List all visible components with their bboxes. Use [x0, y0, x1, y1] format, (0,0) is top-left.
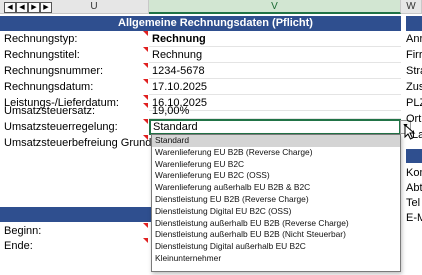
field-label: Rechnungsnummer: — [4, 65, 104, 77]
dropdown-option[interactable]: Dienstleistung außerhalb EU B2B (Nicht S… — [152, 229, 400, 241]
right-label-kontakt: Kon — [406, 167, 422, 179]
section-banner: Allgemeine Rechnungsdaten (Pflicht) — [0, 16, 401, 31]
field-label: Umsatzsteuersatz: — [4, 105, 96, 117]
field-value: 1234-5678 — [152, 65, 205, 77]
right-label-strasse: Stra — [406, 65, 422, 77]
dropdown-option[interactable]: Dienstleistung außerhalb EU B2B (Reverse… — [152, 218, 400, 230]
field-label: Beginn: — [4, 225, 42, 237]
banner-title: Allgemeine Rechnungsdaten (Pflicht) — [118, 17, 313, 29]
next-nav-button[interactable]: ▶ — [28, 2, 40, 13]
field-label: Ende: — [4, 240, 33, 252]
note-marker — [143, 119, 148, 124]
field-value: Rechnung — [152, 33, 206, 45]
field-value: Rechnung — [152, 49, 203, 61]
field-label: Umsatzsteuerregelung: — [4, 121, 118, 133]
field-row-rechnungsdatum: Rechnungsdatum: 17.10.2025 — [0, 79, 422, 95]
column-header-v[interactable]: V — [149, 0, 401, 14]
period-section-bar — [0, 207, 151, 222]
right-label-plz: PLZ — [406, 97, 422, 109]
field-label: Rechnungsdatum: — [4, 81, 94, 93]
right-label-ort: Ort — [406, 113, 422, 125]
field-row-rechnungstitel: Rechnungstitel: Rechnung — [0, 47, 422, 63]
dropdown-option[interactable]: Warenlieferung EU B2B (Reverse Charge) — [152, 147, 400, 159]
umsatzsteuerregelung-select[interactable]: Standard — [149, 119, 401, 135]
note-marker — [143, 79, 148, 84]
note-marker — [143, 135, 148, 140]
field-value: 19,00% — [152, 105, 190, 117]
dropdown-option[interactable]: Dienstleistung Digital außerhalb EU B2C — [152, 241, 400, 253]
prev-nav-button[interactable]: ◀ — [16, 2, 28, 13]
right-label-land: Lan — [412, 129, 422, 141]
first-nav-button[interactable]: ◀ — [4, 2, 16, 13]
field-row-rechnungsnummer: Rechnungsnummer: 1234-5678 — [0, 63, 422, 79]
dropdown-option[interactable]: Kleinunternehmer — [152, 253, 400, 265]
note-marker — [143, 223, 148, 228]
dropdown-option[interactable]: Warenlieferung außerhalb EU B2B & B2C — [152, 182, 400, 194]
note-marker — [143, 95, 148, 100]
right-label-email: E-M — [406, 212, 422, 224]
dropdown-option[interactable]: Dienstleistung EU B2B (Reverse Charge) — [152, 194, 400, 206]
right-label-firma: Firr — [406, 49, 422, 61]
selected-value: Standard — [153, 121, 198, 133]
column-header-w[interactable]: W — [401, 0, 422, 14]
note-marker — [143, 103, 148, 108]
field-row-umsatzsteuersatz-line: Umsatzsteuersatz: 19,00% — [0, 103, 422, 119]
umsatzsteuerregelung-dropdown-list[interactable]: Standard Warenlieferung EU B2B (Reverse … — [151, 134, 401, 272]
note-marker — [143, 238, 148, 243]
right-label-zusatz: Zus — [406, 81, 422, 93]
field-row-rechnungstyp: Rechnungstyp: Rechnung — [0, 31, 422, 47]
field-label: Rechnungstitel: — [4, 49, 80, 61]
dropdown-option[interactable]: Warenlieferung EU B2C — [152, 159, 400, 171]
dropdown-option[interactable]: Standard — [152, 135, 400, 147]
note-marker — [143, 31, 148, 36]
note-marker — [143, 47, 148, 52]
field-value: 17.10.2025 — [152, 81, 208, 93]
dropdown-option[interactable]: Warenlieferung EU B2C (OSS) — [152, 170, 400, 182]
right-banner — [406, 16, 422, 31]
dropdown-option[interactable]: Dienstleistung Digital EU B2C (OSS) — [152, 206, 400, 218]
note-marker — [143, 63, 148, 68]
field-label: Rechnungstyp: — [4, 33, 78, 45]
field-label: Umsatzsteuerbefreiung Grund: — [4, 137, 155, 149]
right-label-anrede: Anr — [406, 33, 422, 45]
right-label-telefon: Tel — [406, 197, 421, 209]
last-nav-button[interactable]: ▶ — [40, 2, 52, 13]
right-section-bar — [406, 149, 422, 163]
right-label-abteilung: Abt — [406, 182, 422, 194]
